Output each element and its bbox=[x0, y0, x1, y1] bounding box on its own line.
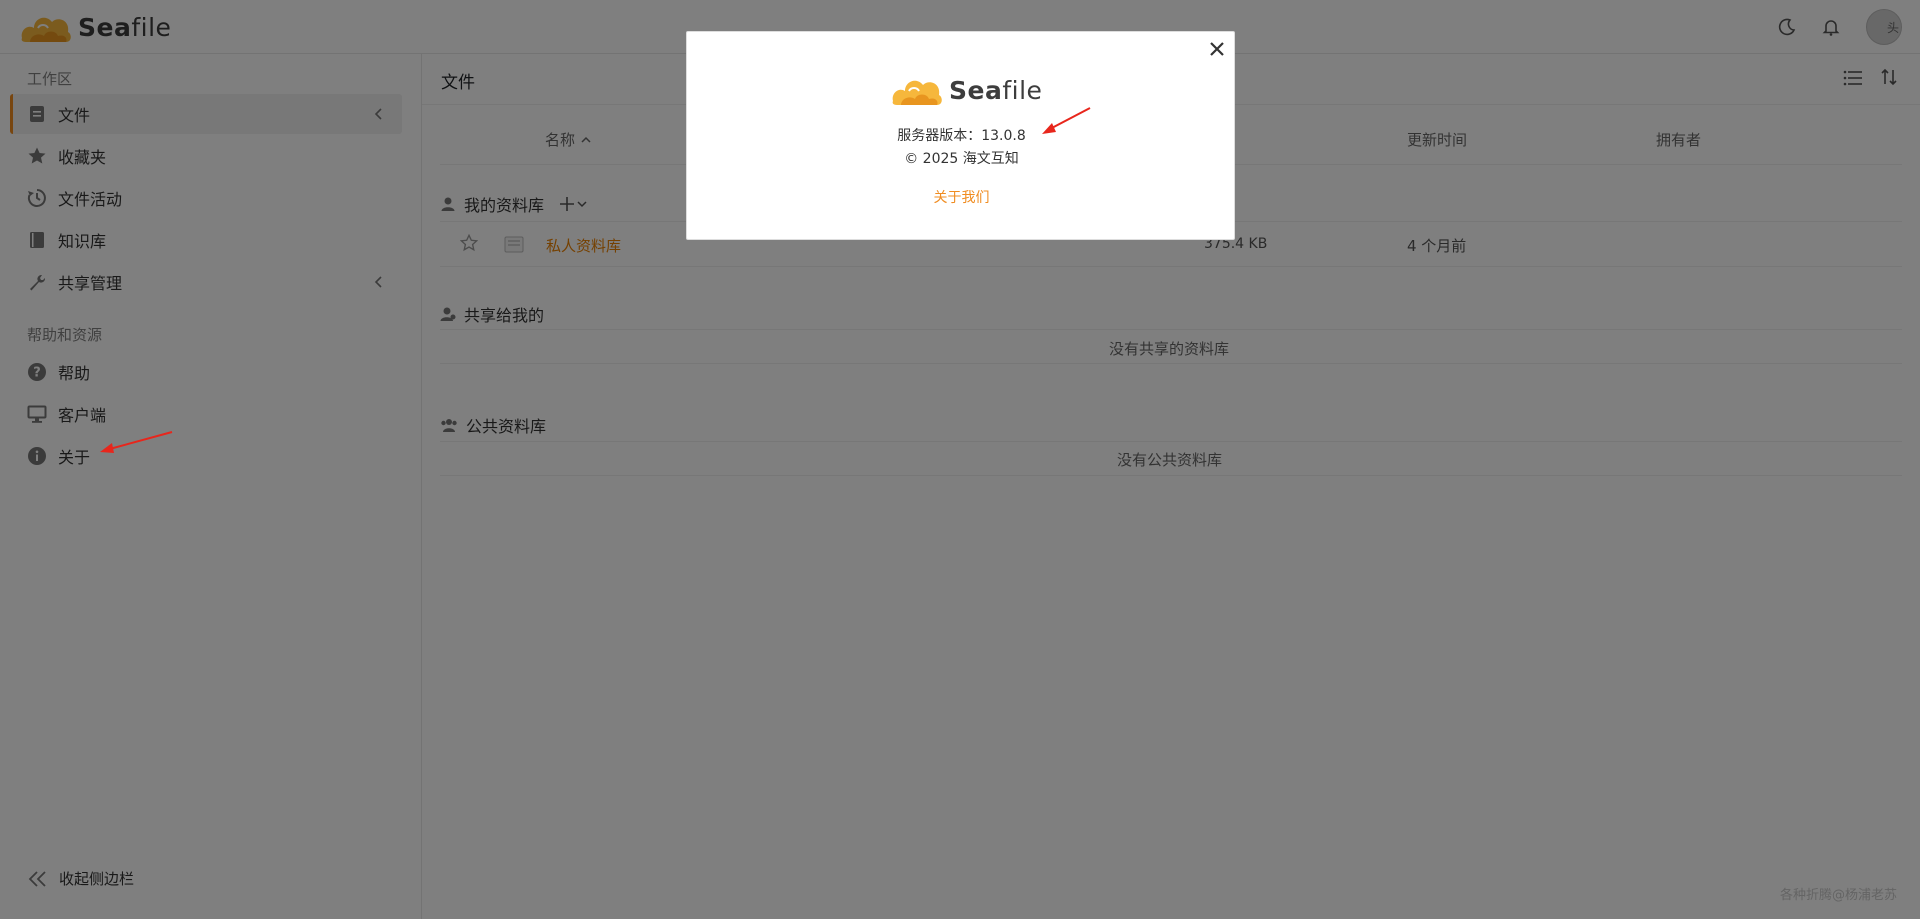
seafile-cloud-icon bbox=[892, 80, 942, 105]
close-icon[interactable] bbox=[1206, 38, 1228, 60]
server-version: 服务器版本：13.0.8 bbox=[897, 128, 1026, 144]
about-us-link[interactable]: 关于我们 bbox=[687, 187, 1236, 207]
annotation-arrow bbox=[100, 431, 173, 453]
copyright-text: © 2025 海文互知 bbox=[904, 151, 1019, 167]
dialog-logo-text: Seafile bbox=[949, 75, 1043, 105]
annotation-arrow bbox=[1042, 107, 1091, 134]
dialog-seafile-logo: Seafile bbox=[889, 71, 1042, 109]
about-dialog: Seafile 服务器版本：13.0.8 © 2025 海文互知 关于我们 bbox=[686, 31, 1235, 240]
